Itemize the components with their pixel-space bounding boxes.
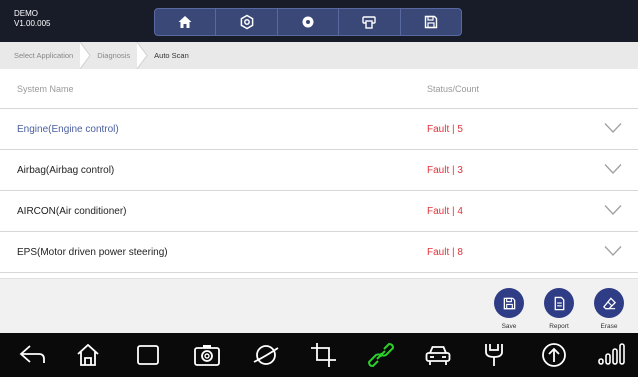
table-row[interactable]: Airbag(Airbag control) Fault | 3 [0, 150, 638, 191]
table-row[interactable]: AIRCON(Air conditioner) Fault | 4 [0, 191, 638, 232]
toolbar-record-button[interactable] [278, 9, 340, 35]
recent-apps-icon [137, 345, 159, 365]
signal-bars-icon [598, 343, 625, 365]
fault-status: Fault | 8 [427, 246, 463, 258]
report-button-circle[interactable] [544, 288, 574, 318]
system-nav-bar [0, 333, 638, 377]
nav-signal-button[interactable] [597, 342, 625, 368]
device-name: DEMO [14, 9, 38, 18]
save-icon [424, 15, 438, 29]
report-icon [554, 296, 564, 310]
upload-icon [542, 343, 566, 367]
toolbar-print-button[interactable] [339, 9, 401, 35]
chevron-down-icon[interactable] [604, 245, 622, 257]
chevron-down-icon[interactable] [604, 163, 622, 175]
diagnostic-connector-icon [485, 344, 503, 366]
erase-button-circle[interactable] [594, 288, 624, 318]
toolbar-save-button[interactable] [401, 9, 461, 35]
report-button[interactable]: Report [539, 288, 579, 330]
breadcrumb-chevron-icon [136, 42, 148, 69]
save-icon [503, 297, 515, 309]
system-name: AIRCON(Air conditioner) [17, 205, 127, 217]
record-icon [302, 16, 314, 28]
breadcrumb-label: Diagnosis [97, 51, 131, 60]
link-icon [367, 342, 395, 368]
nav-link-button[interactable] [367, 342, 395, 368]
chevron-down-icon[interactable] [604, 122, 622, 134]
breadcrumb: Select Application Diagnosis Auto Scan [0, 42, 638, 69]
nav-home-button[interactable] [74, 342, 102, 368]
save-button[interactable]: Save [489, 288, 529, 330]
top-toolbar [154, 8, 462, 36]
save-label: Save [501, 323, 517, 330]
eraser-icon [602, 296, 616, 309]
table-row[interactable]: Engine(Engine control) Fault | 5 [0, 109, 638, 150]
device-info: DEMO V1.00.005 [14, 9, 50, 29]
table-row[interactable]: EPS(Motor driven power steering) Fault |… [0, 232, 638, 273]
system-name: Airbag(Airbag control) [17, 164, 115, 176]
nav-upload-button[interactable] [540, 342, 568, 368]
nav-vehicle-button[interactable] [424, 342, 452, 368]
nav-connector-button[interactable] [480, 342, 508, 368]
system-name: Engine(Engine control) [17, 123, 119, 135]
fault-status: Fault | 3 [427, 164, 463, 176]
nav-crop-button[interactable] [309, 342, 337, 368]
breadcrumb-auto-scan: Auto Scan [154, 42, 195, 69]
crop-icon [311, 343, 336, 367]
home-icon [178, 16, 192, 28]
action-bar: Save Report Erase [0, 278, 638, 333]
breadcrumb-label: Select Application [14, 51, 74, 60]
top-header: DEMO V1.00.005 [0, 0, 638, 42]
browser-icon [253, 345, 279, 365]
erase-label: Erase [600, 323, 618, 330]
camera-icon [194, 345, 220, 366]
toolbar-home-button[interactable] [155, 9, 217, 35]
home-icon [77, 343, 99, 366]
report-label: Report [549, 323, 569, 330]
save-button-circle[interactable] [494, 288, 524, 318]
toolbar-settings-button[interactable] [216, 9, 278, 35]
car-icon [425, 346, 451, 365]
back-icon [19, 345, 45, 363]
system-table: System Name Status/Count Engine(Engine c… [0, 69, 638, 273]
chevron-down-icon[interactable] [604, 204, 622, 216]
column-header-status-count: Status/Count [427, 83, 480, 94]
erase-button[interactable]: Erase [589, 288, 629, 330]
nav-camera-button[interactable] [193, 342, 221, 368]
fault-status: Fault | 4 [427, 205, 463, 217]
system-name: EPS(Motor driven power steering) [17, 246, 168, 258]
fault-status: Fault | 5 [427, 123, 463, 135]
nav-browser-button[interactable] [252, 342, 280, 368]
nav-back-button[interactable] [18, 342, 46, 368]
nav-recent-apps-button[interactable] [134, 342, 162, 368]
breadcrumb-select-application[interactable]: Select Application [14, 42, 97, 69]
device-version: V1.00.005 [14, 19, 51, 28]
breadcrumb-diagnosis[interactable]: Diagnosis [97, 42, 154, 69]
breadcrumb-chevron-icon [79, 42, 91, 69]
settings-icon [240, 14, 253, 30]
table-header: System Name Status/Count [0, 69, 638, 109]
breadcrumb-label: Auto Scan [154, 51, 189, 60]
column-header-system-name: System Name [17, 83, 74, 94]
print-icon [362, 16, 377, 29]
